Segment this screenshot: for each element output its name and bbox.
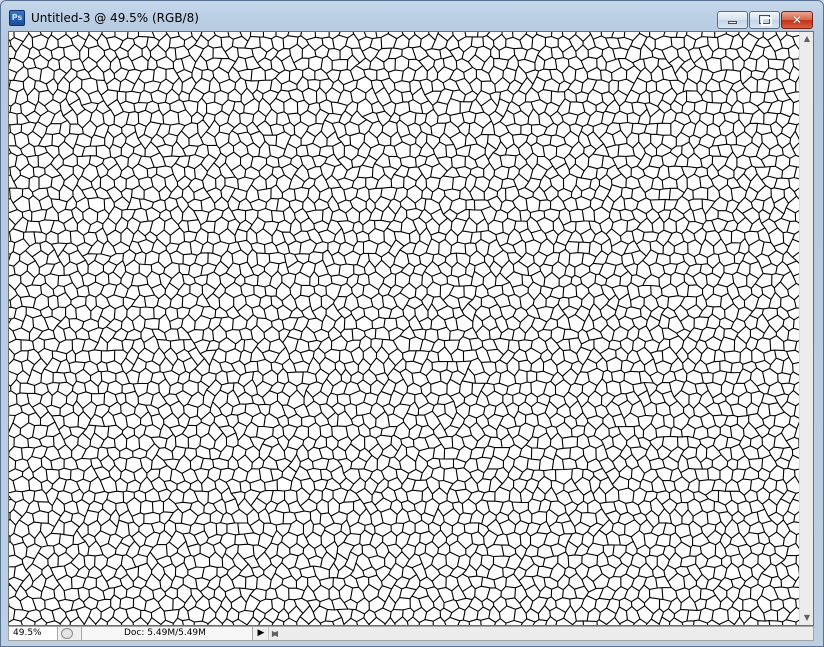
scroll-up-arrow[interactable]: ▲ — [800, 32, 814, 46]
cell-borders — [9, 32, 799, 625]
maximize-button[interactable] — [749, 11, 780, 29]
horizontal-scrollbar[interactable]: ◀ ▶ — [268, 627, 813, 640]
scroll-right-arrow[interactable]: ▶ — [269, 627, 281, 640]
maximize-icon — [759, 15, 772, 26]
document-window: Ps Untitled-3 @ 49.5% (RGB/8) ✕ ▲ ▼ 49.5… — [0, 0, 824, 647]
scroll-down-arrow[interactable]: ▼ — [800, 611, 814, 625]
zoom-field[interactable]: 49.5% — [9, 627, 58, 640]
document-size-info: Doc: 5.49M/5.49M — [81, 627, 253, 640]
status-menu-arrow[interactable]: ▶ — [255, 627, 267, 640]
vertical-scrollbar[interactable]: ▲ ▼ — [799, 32, 813, 625]
photoshop-icon: Ps — [9, 10, 25, 26]
document-canvas[interactable] — [9, 32, 799, 625]
status-bar: 49.5% Doc: 5.49M/5.49M ▶ ◀ ▶ — [8, 626, 814, 641]
title-bar[interactable]: Ps Untitled-3 @ 49.5% (RGB/8) ✕ — [1, 1, 823, 31]
close-icon: ✕ — [791, 13, 803, 27]
status-indicator-icon — [61, 628, 73, 639]
window-title: Untitled-3 @ 49.5% (RGB/8) — [31, 11, 199, 25]
close-button[interactable]: ✕ — [781, 11, 813, 29]
minimize-icon — [728, 21, 737, 24]
cell-pattern — [9, 32, 799, 625]
minimize-button[interactable] — [717, 11, 748, 29]
canvas-frame: ▲ ▼ — [8, 31, 814, 626]
